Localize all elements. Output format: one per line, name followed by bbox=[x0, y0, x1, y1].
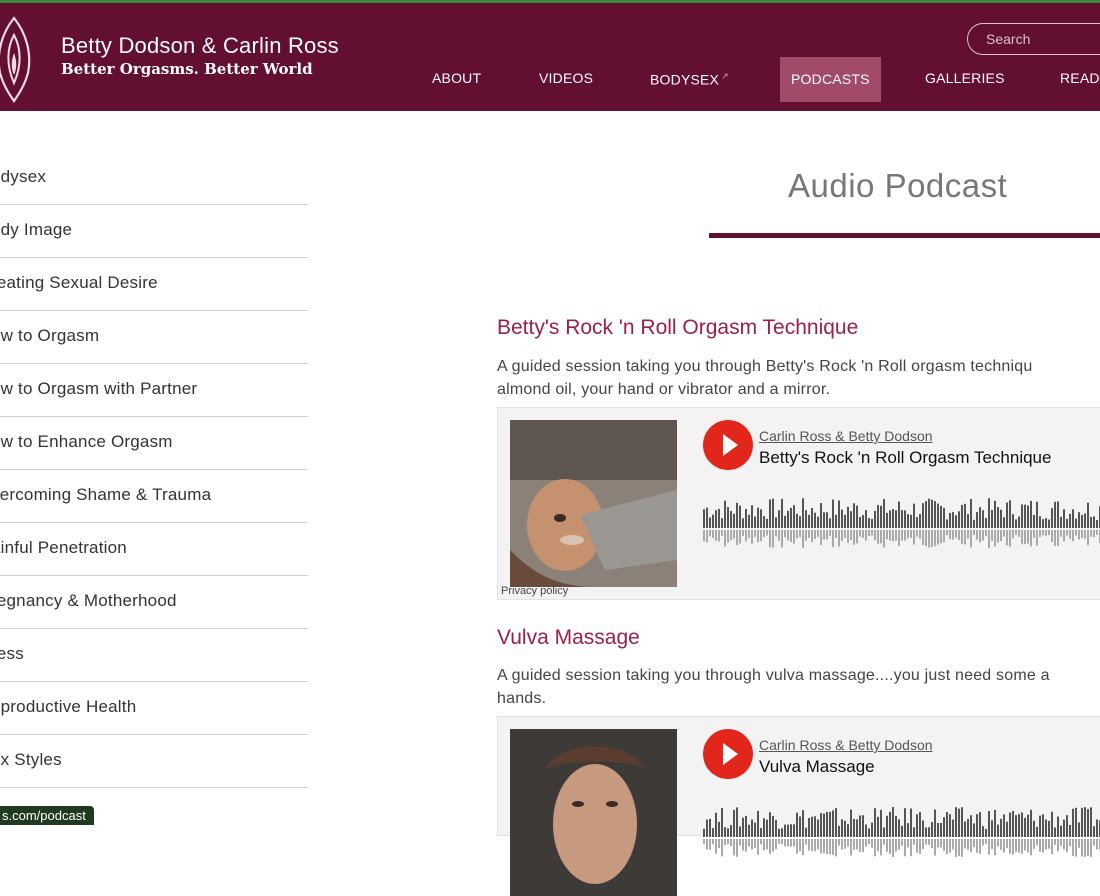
sidebar-item-label[interactable]: ow to Orgasm with Partner bbox=[0, 379, 197, 399]
track-title: Betty's Rock 'n Roll Orgasm Technique bbox=[759, 448, 1052, 467]
nav-videos[interactable]: VIDEOS bbox=[539, 70, 593, 86]
sidebar-item-label[interactable]: reating Sexual Desire bbox=[0, 273, 158, 293]
sidebar-item-label[interactable]: ow to Orgasm bbox=[0, 326, 99, 346]
logo-flower-icon[interactable] bbox=[0, 13, 34, 103]
external-link-icon: ↗ bbox=[721, 71, 729, 81]
track-title: Vulva Massage bbox=[759, 757, 875, 776]
sidebar-topic-list: odysex ody Image reating Sexual Desire o… bbox=[0, 152, 308, 788]
episode-title[interactable]: Betty's Rock 'n Roll Orgasm Technique bbox=[497, 316, 858, 340]
waveform[interactable] bbox=[703, 805, 1100, 867]
sidebar-item[interactable]: odysex bbox=[0, 152, 308, 205]
privacy-policy-link[interactable]: Privacy policy bbox=[501, 585, 568, 597]
sidebar-item[interactable]: eproductive Health bbox=[0, 682, 308, 735]
site-title[interactable]: Betty Dodson & Carlin Ross bbox=[61, 33, 339, 59]
nav-bodysex[interactable]: BODYSEX ↗ bbox=[650, 71, 729, 88]
page-title: Audio Podcast bbox=[788, 167, 1008, 204]
sidebar-item[interactable]: regnancy & Motherhood bbox=[0, 576, 308, 629]
audio-player[interactable]: Carlin Ross & Betty Dodson Vulva Massage bbox=[497, 716, 1100, 896]
episode-thumbnail bbox=[510, 420, 677, 587]
episode-description-line: A guided session taking you through vulv… bbox=[497, 667, 1050, 684]
sidebar-item-label[interactable]: odysex bbox=[0, 167, 46, 187]
episode-description-line: A guided session taking you through Bett… bbox=[497, 358, 1033, 375]
waveform[interactable] bbox=[703, 496, 1100, 558]
play-button[interactable] bbox=[703, 729, 753, 779]
episode-author-link[interactable]: Carlin Ross & Betty Dodson bbox=[759, 428, 933, 444]
sidebar-item-label[interactable]: eproductive Health bbox=[0, 697, 136, 717]
sidebar-item-label[interactable]: ainful Penetration bbox=[0, 538, 127, 558]
sidebar-item-label[interactable]: ex Styles bbox=[0, 750, 62, 770]
sidebar-item[interactable]: ody Image bbox=[0, 205, 308, 258]
episode-title[interactable]: Vulva Massage bbox=[497, 626, 640, 650]
nav-read[interactable]: READ bbox=[1060, 70, 1100, 86]
episode-description: A guided session taking you through Bett… bbox=[497, 355, 1100, 401]
site-tagline: Better Orgasms. Better World bbox=[61, 60, 313, 78]
episode-description: A guided session taking you through vulv… bbox=[497, 664, 1100, 710]
audio-player[interactable]: Privacy policy Carlin Ross & Betty Dodso… bbox=[497, 407, 1100, 600]
sidebar-item-label[interactable]: vercoming Shame & Trauma bbox=[0, 485, 211, 505]
nav-podcasts[interactable]: PODCASTS bbox=[780, 57, 881, 102]
sidebar-item-label[interactable]: ress bbox=[0, 644, 24, 664]
episode-description-line: hands. bbox=[497, 690, 547, 707]
search-input[interactable]: Search bbox=[967, 23, 1100, 55]
title-divider bbox=[709, 233, 1100, 238]
sidebar-item-label[interactable]: ow to Enhance Orgasm bbox=[0, 432, 173, 452]
sidebar-item[interactable]: vercoming Shame & Trauma bbox=[0, 470, 308, 523]
status-bar-url: s.com/podcast bbox=[0, 806, 94, 825]
sidebar-item[interactable]: ow to Enhance Orgasm bbox=[0, 417, 308, 470]
sidebar-item-label[interactable]: ody Image bbox=[0, 220, 72, 240]
site-header: Betty Dodson & Carlin Ross Better Orgasm… bbox=[0, 3, 1100, 111]
episode-thumbnail bbox=[510, 729, 677, 896]
sidebar-item[interactable]: ainful Penetration bbox=[0, 523, 308, 576]
sidebar-item[interactable]: ow to Orgasm with Partner bbox=[0, 364, 308, 417]
sidebar-item[interactable]: ow to Orgasm bbox=[0, 311, 308, 364]
sidebar-item[interactable]: ress bbox=[0, 629, 308, 682]
nav-about[interactable]: ABOUT bbox=[432, 70, 481, 86]
sidebar-item[interactable]: ex Styles bbox=[0, 735, 308, 788]
sidebar-item[interactable]: reating Sexual Desire bbox=[0, 258, 308, 311]
nav-galleries[interactable]: GALLERIES bbox=[925, 70, 1005, 86]
sidebar-item-label[interactable]: regnancy & Motherhood bbox=[0, 591, 177, 611]
episode-description-line: almond oil, your hand or vibrator and a … bbox=[497, 381, 831, 398]
episode-author-link[interactable]: Carlin Ross & Betty Dodson bbox=[759, 737, 933, 753]
play-button[interactable] bbox=[703, 420, 753, 470]
nav-bodysex-label: BODYSEX bbox=[650, 71, 720, 88]
